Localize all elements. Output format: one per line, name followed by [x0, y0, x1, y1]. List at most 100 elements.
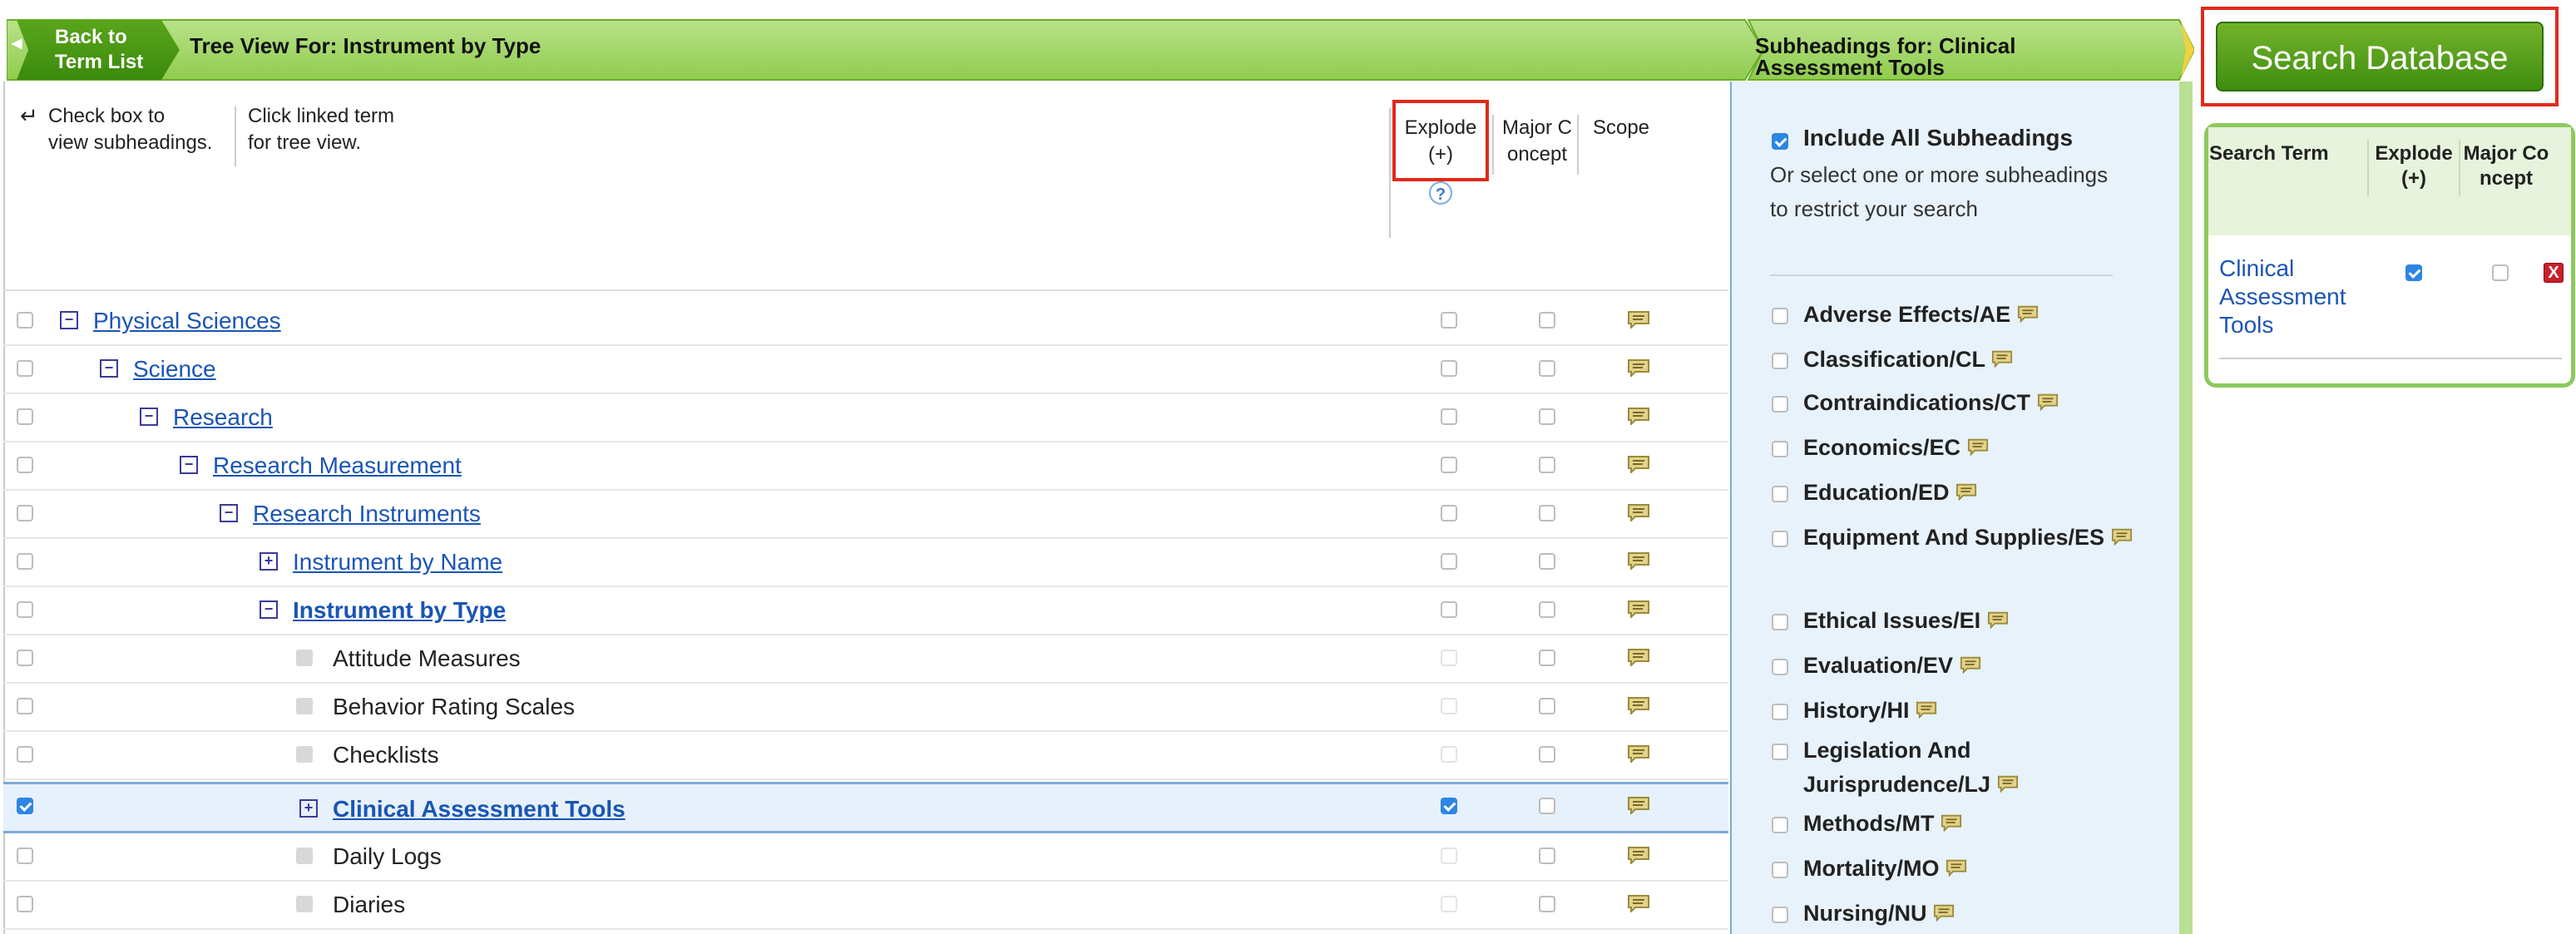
scope-note-icon[interactable]: [1997, 773, 2019, 798]
tree-row-checkbox[interactable]: [17, 360, 33, 377]
tree-row-checkbox[interactable]: [17, 457, 33, 473]
scope-note-icon[interactable]: [1627, 358, 1650, 378]
selected-explode-checkbox[interactable]: [2405, 264, 2422, 281]
subheading-checkbox[interactable]: [1772, 704, 1788, 720]
help-icon[interactable]: ?: [1429, 181, 1452, 205]
scope-note-icon[interactable]: [1627, 600, 1650, 620]
subheading-checkbox[interactable]: [1772, 308, 1788, 324]
explode-checkbox[interactable]: [1441, 698, 1457, 714]
subheading-checkbox[interactable]: [1772, 531, 1788, 547]
major-concept-checkbox[interactable]: [1539, 896, 1555, 912]
scope-note-icon[interactable]: [1627, 648, 1650, 668]
collapse-icon[interactable]: −: [260, 600, 278, 619]
remove-term-button[interactable]: X: [2544, 263, 2564, 283]
explode-checkbox[interactable]: [1441, 601, 1457, 618]
include-all-checkbox[interactable]: [1772, 133, 1788, 150]
scope-note-icon[interactable]: [1987, 609, 2009, 634]
collapse-icon[interactable]: −: [100, 359, 118, 378]
major-concept-checkbox[interactable]: [1539, 848, 1555, 864]
scope-note-icon[interactable]: [1991, 348, 2013, 373]
subheading-checkbox[interactable]: [1772, 659, 1788, 675]
explode-checkbox[interactable]: [1441, 360, 1457, 377]
explode-checkbox[interactable]: [1441, 457, 1457, 473]
major-concept-checkbox[interactable]: [1539, 601, 1555, 618]
tree-term-label[interactable]: Science: [133, 356, 216, 383]
tree-row-checkbox[interactable]: [17, 746, 33, 763]
tree-row-checkbox[interactable]: [17, 505, 33, 521]
major-concept-checkbox[interactable]: [1539, 312, 1555, 329]
explode-checkbox[interactable]: [1441, 896, 1457, 912]
scope-note-icon[interactable]: [2017, 303, 2039, 328]
subheading-checkbox[interactable]: [1772, 486, 1788, 502]
scope-note-icon[interactable]: [1916, 699, 1937, 724]
tree-term-label[interactable]: Research: [173, 404, 273, 431]
scope-note-icon[interactable]: [1627, 407, 1650, 427]
tree-row-checkbox[interactable]: [17, 848, 33, 864]
explode-checkbox[interactable]: [1441, 848, 1457, 864]
tree-term-label[interactable]: Research Instruments: [253, 501, 481, 527]
scope-note-icon[interactable]: [1960, 654, 1981, 679]
scope-note-icon[interactable]: [1627, 846, 1650, 866]
explode-checkbox[interactable]: [1441, 505, 1457, 521]
collapse-icon[interactable]: −: [140, 408, 158, 426]
tree-row-checkbox[interactable]: [17, 601, 33, 618]
tree-term-label[interactable]: Instrument by Name: [293, 549, 502, 576]
scope-note-icon[interactable]: [1627, 894, 1650, 914]
tree-row-checkbox[interactable]: [17, 553, 33, 570]
tree-term-label[interactable]: Physical Sciences: [93, 308, 281, 334]
tree-term-label[interactable]: Clinical Assessment Tools: [333, 796, 625, 823]
subheading-checkbox[interactable]: [1772, 817, 1788, 833]
scope-note-icon[interactable]: [1627, 310, 1650, 330]
scope-note-icon[interactable]: [1627, 796, 1650, 816]
subheading-checkbox[interactable]: [1772, 396, 1788, 413]
subheading-checkbox[interactable]: [1772, 744, 1788, 760]
major-concept-checkbox[interactable]: [1539, 650, 1555, 666]
scope-note-icon[interactable]: [1627, 503, 1650, 523]
major-concept-checkbox[interactable]: [1539, 798, 1555, 814]
major-concept-checkbox[interactable]: [1539, 408, 1555, 425]
subheading-checkbox[interactable]: [1772, 353, 1788, 369]
subheading-checkbox[interactable]: [1772, 907, 1788, 923]
subheading-checkbox[interactable]: [1772, 614, 1788, 630]
collapse-icon[interactable]: −: [220, 504, 238, 522]
tree-row-checkbox[interactable]: [17, 408, 33, 425]
explode-checkbox[interactable]: [1441, 408, 1457, 425]
subheading-checkbox[interactable]: [1772, 441, 1788, 457]
major-concept-checkbox[interactable]: [1539, 360, 1555, 377]
explode-checkbox[interactable]: [1441, 312, 1457, 329]
explode-checkbox[interactable]: [1441, 553, 1457, 570]
tree-row-checkbox[interactable]: [17, 896, 33, 912]
explode-checkbox[interactable]: [1441, 650, 1457, 666]
scope-note-icon[interactable]: [1627, 696, 1650, 716]
scope-note-icon[interactable]: [1967, 436, 1989, 461]
tree-term-label[interactable]: Research Measurement: [213, 452, 462, 479]
expand-icon[interactable]: +: [260, 552, 278, 571]
tree-row-checkbox[interactable]: [17, 312, 33, 329]
scope-note-icon[interactable]: [1946, 857, 1967, 882]
collapse-icon[interactable]: −: [60, 311, 78, 329]
search-database-button[interactable]: Search Database: [2216, 22, 2544, 91]
scope-note-icon[interactable]: [1627, 744, 1650, 764]
major-concept-checkbox[interactable]: [1539, 457, 1555, 473]
tree-row-checkbox[interactable]: [17, 650, 33, 666]
subheading-checkbox[interactable]: [1772, 862, 1788, 878]
major-concept-checkbox[interactable]: [1539, 698, 1555, 714]
selected-term-link[interactable]: Clinical Assessment Tools: [2219, 255, 2361, 339]
scope-note-icon[interactable]: [1627, 455, 1650, 475]
scope-note-icon[interactable]: [2111, 526, 2133, 551]
scope-note-icon[interactable]: [1627, 551, 1650, 571]
collapse-icon[interactable]: −: [180, 456, 198, 474]
major-concept-checkbox[interactable]: [1539, 746, 1555, 763]
expand-icon[interactable]: +: [299, 799, 318, 818]
scope-note-icon[interactable]: [2037, 391, 2059, 416]
scope-note-icon[interactable]: [1933, 902, 1955, 927]
selected-major-concept-checkbox[interactable]: [2492, 264, 2509, 281]
tree-row-checkbox[interactable]: [17, 798, 33, 814]
explode-checkbox[interactable]: [1441, 746, 1457, 763]
scope-note-icon[interactable]: [1941, 812, 1962, 837]
tree-term-label[interactable]: Instrument by Type: [293, 597, 506, 624]
tree-row-checkbox[interactable]: [17, 698, 33, 714]
scope-note-icon[interactable]: [1955, 481, 1977, 506]
major-concept-checkbox[interactable]: [1539, 505, 1555, 521]
explode-checkbox[interactable]: [1441, 798, 1457, 814]
